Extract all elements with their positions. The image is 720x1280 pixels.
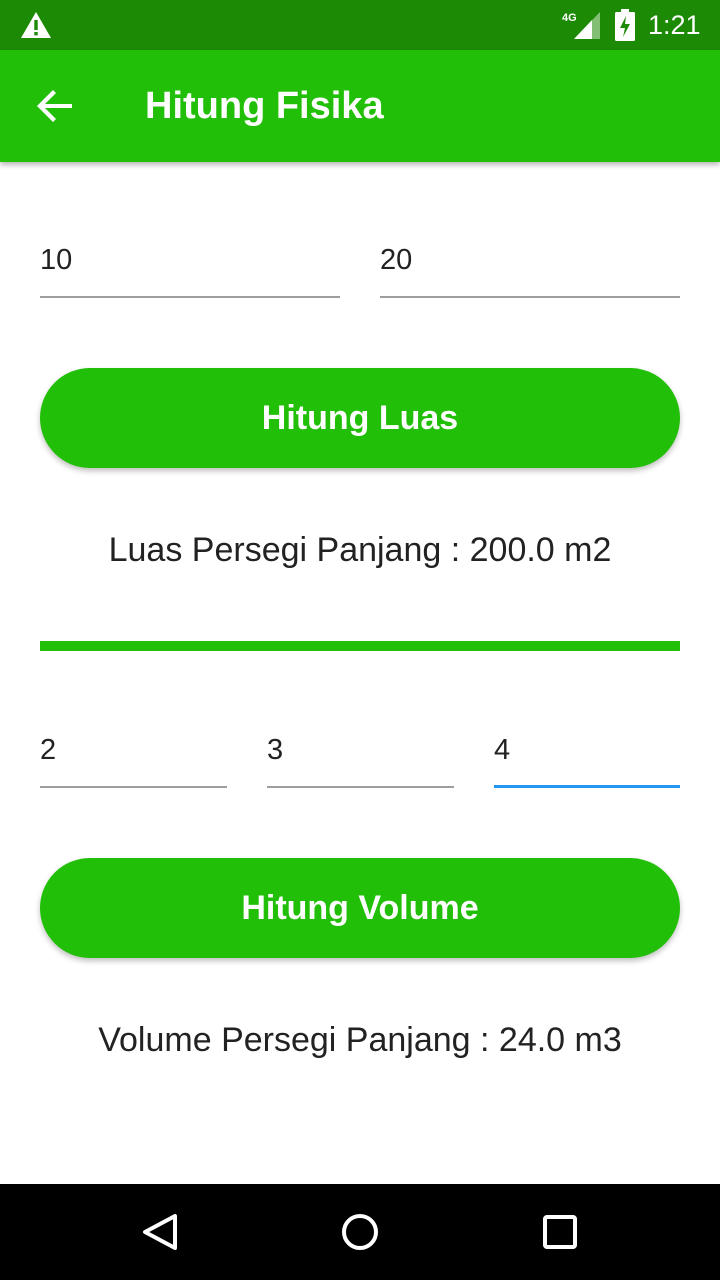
warning-icon <box>21 12 51 38</box>
lebar-field[interactable] <box>380 238 680 298</box>
volume-result-text: Volume Persegi Panjang : 24.0 m3 <box>98 1021 622 1059</box>
status-time: 1:21 <box>648 10 701 40</box>
recents-square-icon[interactable] <box>540 1212 580 1252</box>
volume-lebar-field[interactable] <box>267 728 454 788</box>
volume-tinggi-input[interactable] <box>494 728 680 772</box>
status-bar: 4G 1:21 <box>0 0 720 50</box>
volume-tinggi-field[interactable] <box>494 728 680 788</box>
navigation-bar <box>0 1184 720 1280</box>
network-type-label: 4G <box>562 12 577 24</box>
signal-icon: 4G <box>562 12 600 39</box>
hitung-volume-button[interactable]: Hitung Volume <box>40 858 680 958</box>
panjang-field[interactable] <box>40 238 340 298</box>
panjang-input[interactable] <box>40 238 340 282</box>
volume-panjang-field[interactable] <box>40 728 227 788</box>
app-bar: Hitung Fisika <box>0 50 720 162</box>
volume-panjang-input[interactable] <box>40 728 227 772</box>
section-divider <box>40 641 680 651</box>
hitung-luas-button[interactable]: Hitung Luas <box>40 368 680 468</box>
page-title: Hitung Fisika <box>145 85 384 127</box>
home-circle-icon[interactable] <box>340 1212 380 1252</box>
luas-result-text: Luas Persegi Panjang : 200.0 m2 <box>108 531 612 569</box>
volume-lebar-input[interactable] <box>267 728 454 772</box>
arrow-back-icon[interactable] <box>36 88 74 124</box>
back-triangle-icon[interactable] <box>140 1212 180 1252</box>
lebar-input[interactable] <box>380 238 680 282</box>
battery-charging-icon <box>615 9 635 41</box>
